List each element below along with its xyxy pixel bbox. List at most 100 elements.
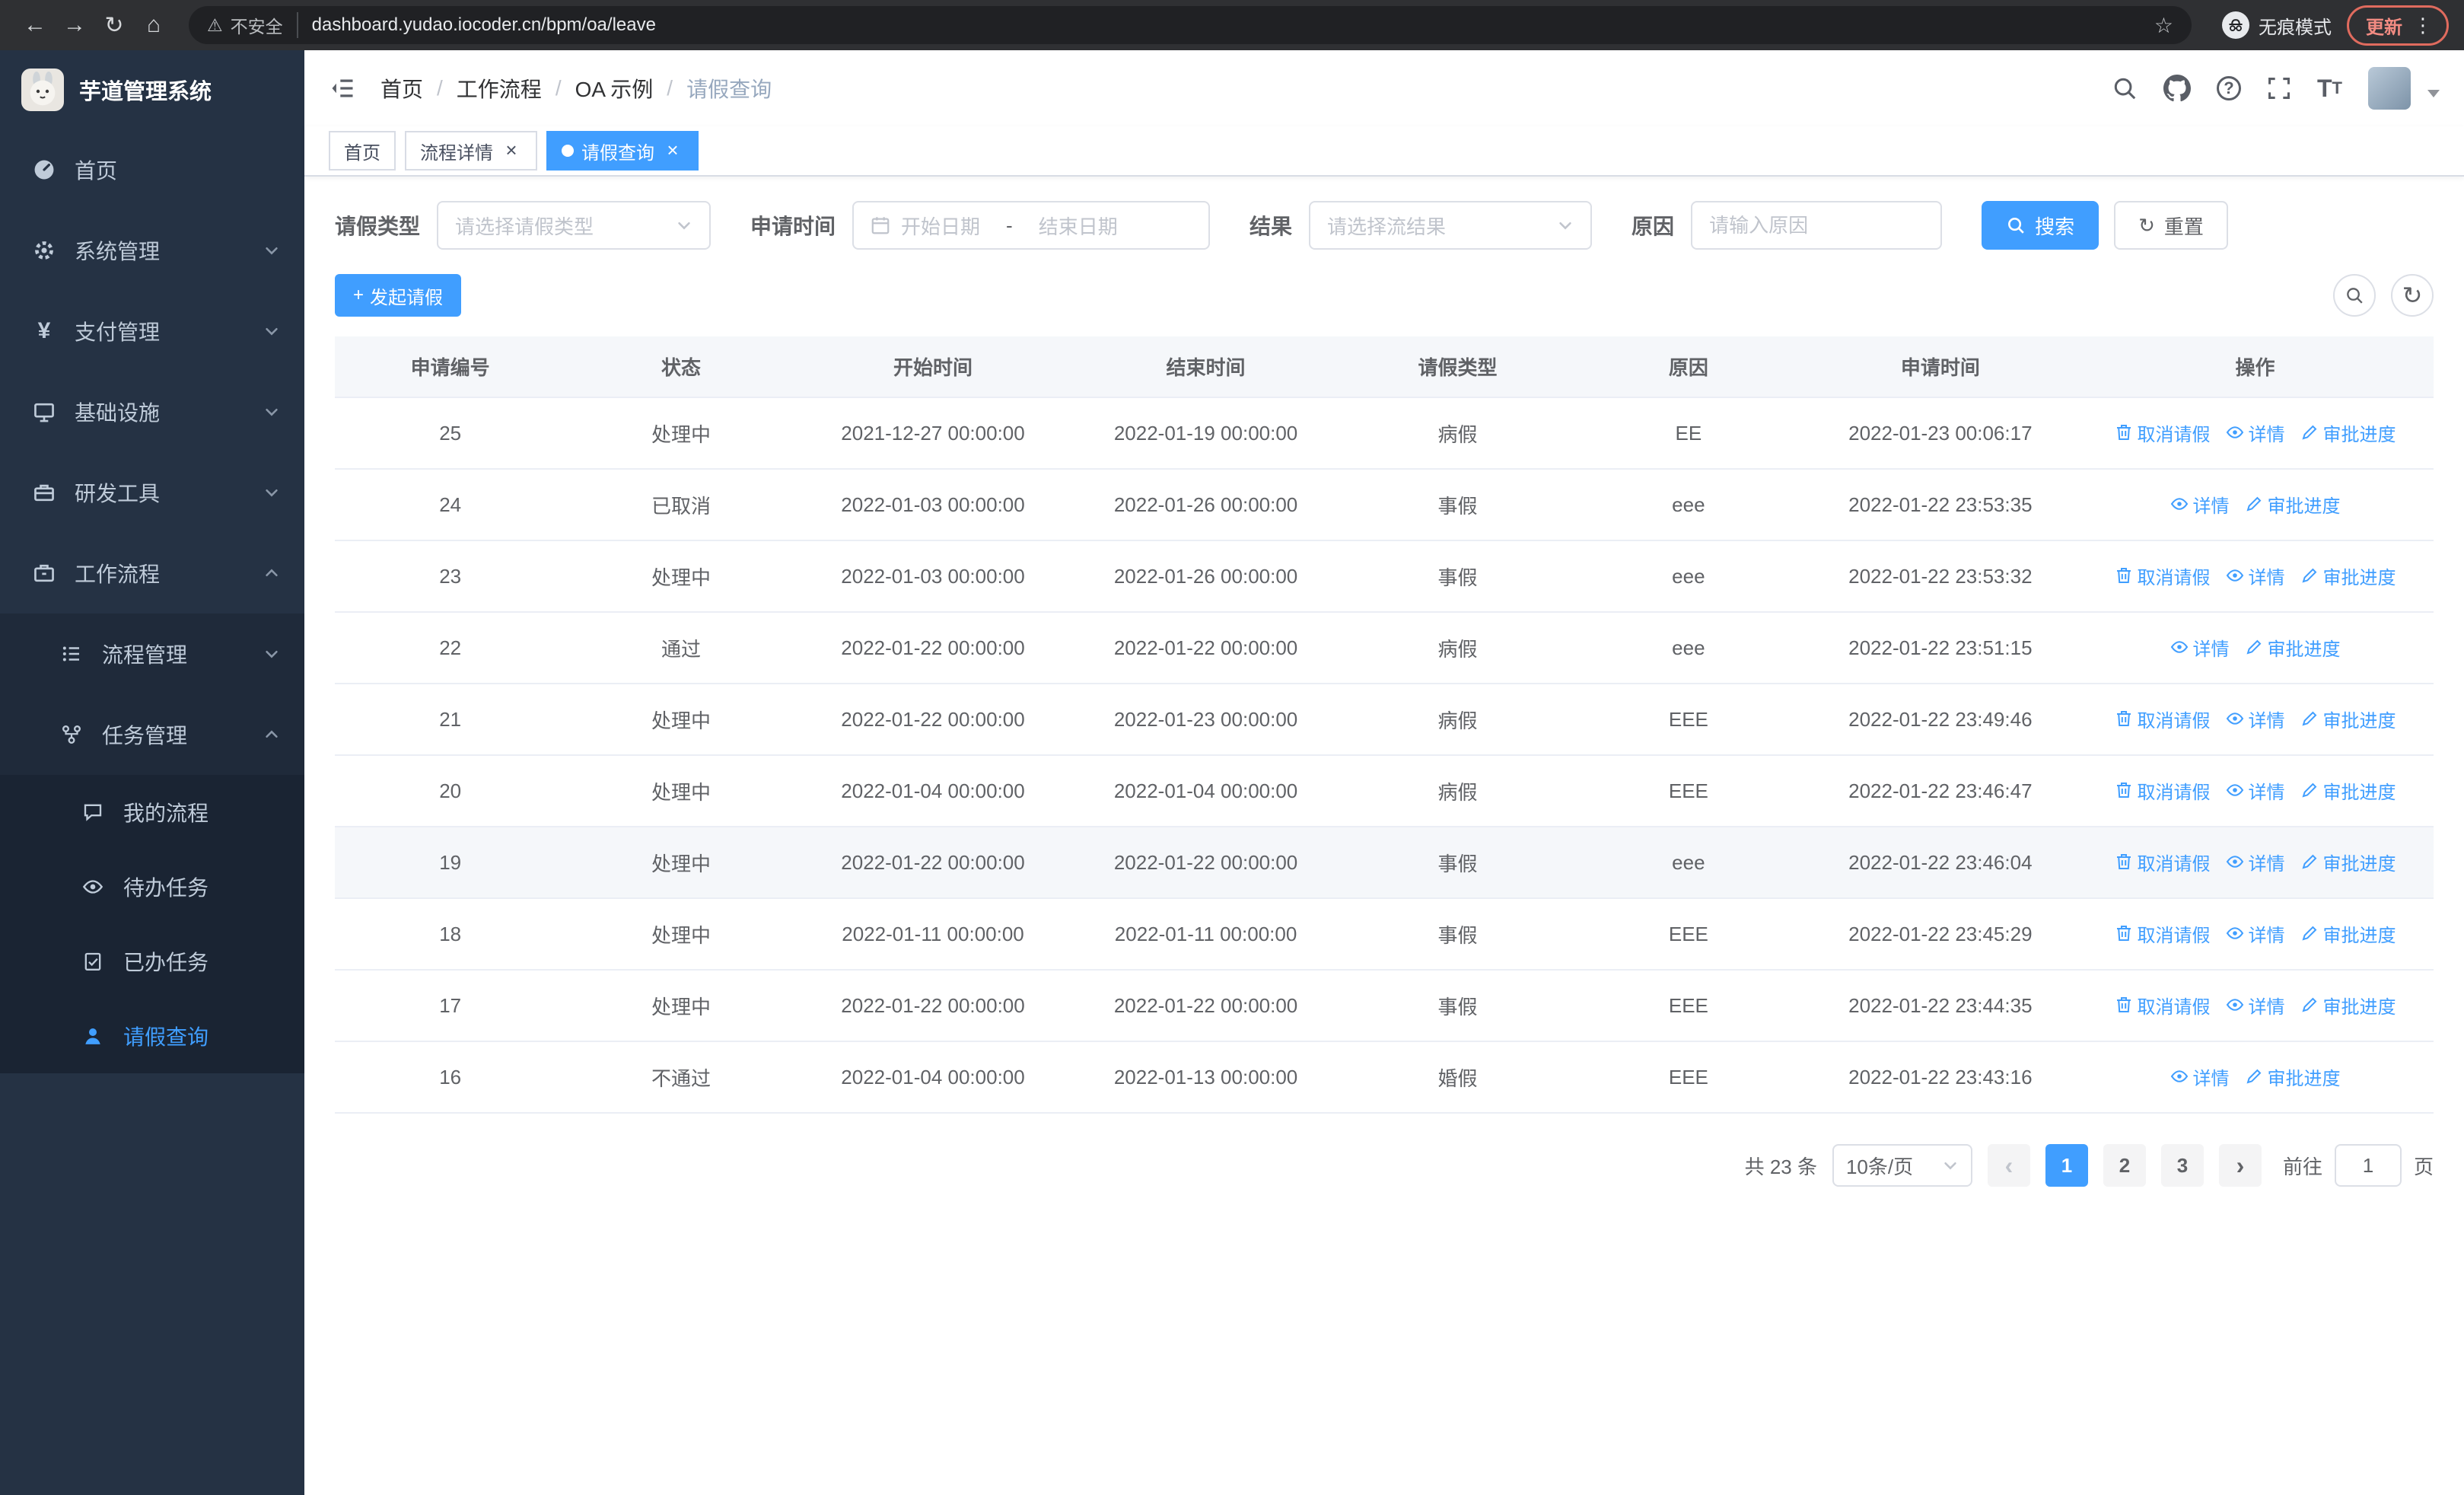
action-cancel-link[interactable]: 取消请假 <box>2115 849 2211 875</box>
sidebar-item-done-tasks[interactable]: 已办任务 <box>0 924 304 999</box>
update-button[interactable]: 更新 ⋮ <box>2347 5 2449 46</box>
table-row: 16 不通过 2022-01-04 00:00:00 2022-01-13 00:00… <box>335 1041 2434 1114</box>
logo-avatar <box>21 69 64 111</box>
reset-button[interactable]: ↻ 重置 <box>2114 201 2228 250</box>
breadcrumb-item[interactable]: OA 示例 <box>575 73 654 104</box>
user-avatar[interactable] <box>2368 67 2411 110</box>
page-size-select[interactable]: 10条/页 <box>1832 1144 1972 1187</box>
sidebar-item-home[interactable]: 首页 <box>0 129 304 210</box>
action-detail-link[interactable]: 详情 <box>2226 563 2285 589</box>
sidebar-item-leave-query[interactable]: 请假查询 <box>0 999 304 1073</box>
action-cancel-link[interactable]: 取消请假 <box>2115 419 2211 446</box>
sidebar-item-my-processes[interactable]: 我的流程 <box>0 775 304 850</box>
github-icon[interactable] <box>2163 75 2191 102</box>
reason-input[interactable] <box>1691 201 1943 250</box>
cell-id: 17 <box>335 970 566 1042</box>
filter-label: 请假类型 <box>335 215 421 238</box>
cell-end: 2022-01-23 00:00:00 <box>1069 684 1342 756</box>
action-cancel-link[interactable]: 取消请假 <box>2115 563 2211 589</box>
cell-id: 19 <box>335 827 566 899</box>
action-progress-link[interactable]: 审批进度 <box>2300 777 2396 804</box>
site-security-badge[interactable]: ⚠ 不安全 <box>207 12 298 38</box>
action-progress-link[interactable]: 审批进度 <box>2300 706 2396 732</box>
close-icon[interactable]: × <box>501 140 522 161</box>
action-progress-link[interactable]: 审批进度 <box>2300 849 2396 875</box>
sidebar-item-infrastructure[interactable]: 基础设施 <box>0 371 304 452</box>
chevron-down-icon <box>1942 1157 1959 1174</box>
search-button[interactable]: 搜索 <box>1982 201 2099 250</box>
browser-forward-icon[interactable]: → <box>55 5 94 45</box>
action-detail-link[interactable]: 详情 <box>2226 777 2285 804</box>
cell-id: 25 <box>335 397 566 470</box>
sidebar-item-system-mgmt[interactable]: 系统管理 <box>0 210 304 291</box>
filter-result: 结果 请选择流结果 <box>1250 201 1593 250</box>
font-size-icon[interactable]: TT <box>2317 75 2342 103</box>
app-title: 芋道管理系统 <box>79 80 212 104</box>
create-leave-button[interactable]: + 发起请假 <box>335 274 462 317</box>
fullscreen-icon[interactable] <box>2267 76 2291 100</box>
date-range-picker[interactable]: 开始日期 - 结束日期 <box>852 201 1211 250</box>
close-icon[interactable]: × <box>662 140 683 161</box>
browser-home-icon[interactable]: ⌂ <box>134 5 173 45</box>
page-button-3[interactable]: 3 <box>2160 1144 2204 1187</box>
action-cancel-link[interactable]: 取消请假 <box>2115 992 2211 1018</box>
action-progress-link[interactable]: 审批进度 <box>2245 634 2341 661</box>
action-progress-link[interactable]: 审批进度 <box>2245 1063 2341 1090</box>
action-progress-link[interactable]: 审批进度 <box>2300 920 2396 947</box>
cell-start: 2022-01-03 00:00:00 <box>796 540 1070 613</box>
next-page-button[interactable]: › <box>2218 1144 2262 1187</box>
sidebar-item-task-mgmt[interactable]: 任务管理 <box>0 694 304 775</box>
sidebar-item-todo-tasks[interactable]: 待办任务 <box>0 850 304 924</box>
sidebar-item-process-mgmt[interactable]: 流程管理 <box>0 614 304 694</box>
result-select[interactable]: 请选择流结果 <box>1309 201 1593 250</box>
prev-page-button[interactable]: ‹ <box>1987 1144 2030 1187</box>
leave-type-select[interactable]: 请选择请假类型 <box>437 201 712 250</box>
action-detail-link[interactable]: 详情 <box>2226 419 2285 446</box>
range-separator: - <box>1006 213 1013 237</box>
tab-leave-query[interactable]: 请假查询 × <box>546 131 699 171</box>
tab-home[interactable]: 首页 <box>329 131 396 171</box>
action-progress-link[interactable]: 审批进度 <box>2245 491 2341 518</box>
tab-process-detail[interactable]: 流程详情 × <box>405 131 537 171</box>
main-panel: 首页 / 工作流程 / OA 示例 / 请假查询 ? TT 首页 流程详情 × … <box>304 50 2464 1495</box>
action-progress-link[interactable]: 审批进度 <box>2300 563 2396 589</box>
app-logo[interactable]: 芋道管理系统 <box>0 50 304 129</box>
refresh-table-icon[interactable]: ↻ <box>2391 274 2434 317</box>
action-detail-link[interactable]: 详情 <box>2170 634 2230 661</box>
action-progress-link[interactable]: 审批进度 <box>2300 992 2396 1018</box>
sidebar-item-payment-mgmt[interactable]: ¥ 支付管理 <box>0 291 304 371</box>
cell-type: 事假 <box>1342 898 1574 971</box>
action-detail-link[interactable]: 详情 <box>2226 920 2285 947</box>
breadcrumb-item[interactable]: 工作流程 <box>457 73 542 104</box>
browser-back-icon[interactable]: ← <box>15 5 55 45</box>
page-button-2[interactable]: 2 <box>2103 1144 2146 1187</box>
bookmark-star-icon[interactable]: ☆ <box>2154 13 2173 38</box>
cell-type: 病假 <box>1342 397 1574 470</box>
address-bar[interactable]: ⚠ 不安全 dashboard.yudao.iocoder.cn/bpm/oa/… <box>189 6 2192 44</box>
search-icon[interactable] <box>2112 75 2138 101</box>
help-icon[interactable]: ? <box>2217 76 2241 100</box>
browser-reload-icon[interactable]: ↻ <box>94 5 134 45</box>
sidebar-toggle-icon[interactable] <box>329 75 356 102</box>
plus-icon: + <box>353 285 365 305</box>
breadcrumb-item[interactable]: 首页 <box>380 73 423 104</box>
url-text[interactable]: dashboard.yudao.iocoder.cn/bpm/oa/leave <box>312 14 2141 36</box>
action-detail-link[interactable]: 详情 <box>2226 706 2285 732</box>
action-cancel-link[interactable]: 取消请假 <box>2115 706 2211 732</box>
action-cancel-link[interactable]: 取消请假 <box>2115 920 2211 947</box>
browser-menu-icon[interactable]: ⋮ <box>2413 14 2433 37</box>
action-detail-link[interactable]: 详情 <box>2170 491 2230 518</box>
action-detail-link[interactable]: 详情 <box>2170 1063 2230 1090</box>
avatar-caret-icon[interactable] <box>2427 90 2440 97</box>
action-cancel-link[interactable]: 取消请假 <box>2115 777 2211 804</box>
page-button-1[interactable]: 1 <box>2045 1144 2088 1187</box>
action-detail-link[interactable]: 详情 <box>2226 849 2285 875</box>
sidebar-item-dev-tools[interactable]: 研发工具 <box>0 452 304 533</box>
action-progress-link[interactable]: 审批进度 <box>2300 419 2396 446</box>
filter-form: 请假类型 请选择请假类型 申请时间 开始日期 - 结束日期 结果 请选择流结果 … <box>335 201 2434 250</box>
toggle-search-icon[interactable] <box>2333 274 2376 317</box>
sidebar-item-workflow[interactable]: 工作流程 <box>0 533 304 614</box>
action-detail-link[interactable]: 详情 <box>2226 992 2285 1018</box>
goto-page-input[interactable] <box>2334 1144 2402 1187</box>
sidebar-item-label: 任务管理 <box>102 724 188 748</box>
